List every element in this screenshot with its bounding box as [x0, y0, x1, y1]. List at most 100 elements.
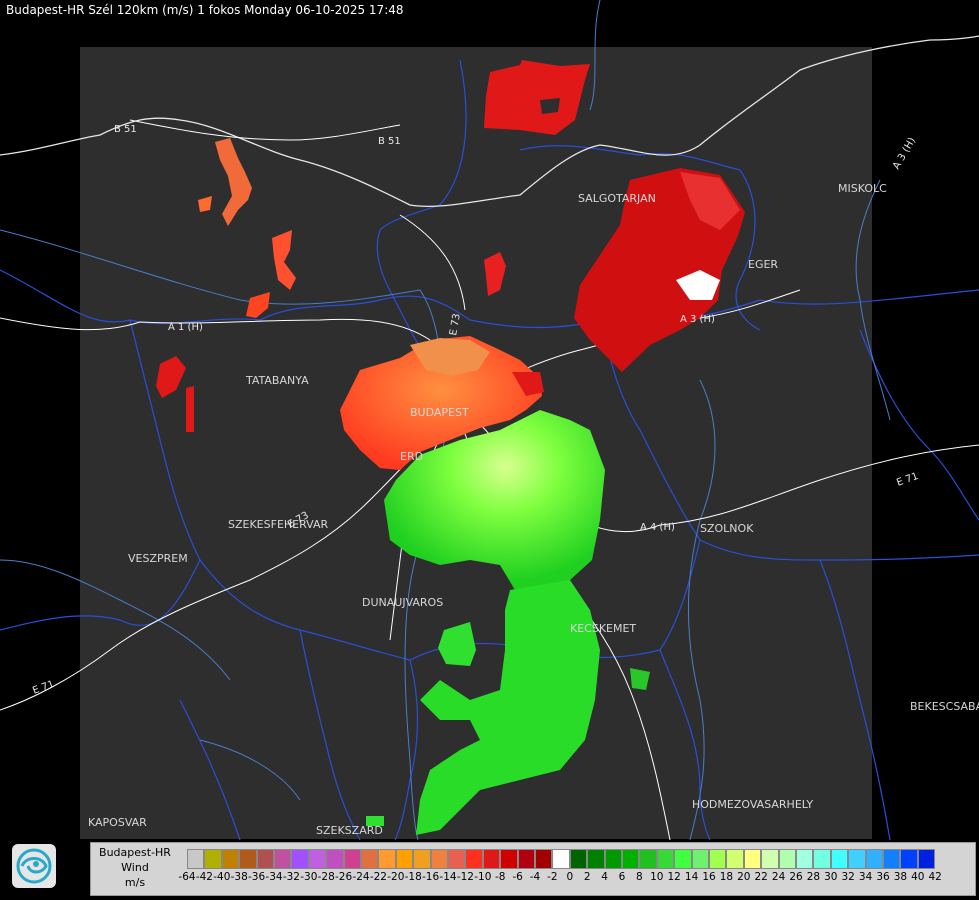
city-label: HODMEZOVASARHELY — [692, 798, 813, 811]
road-label: E 71 — [895, 471, 920, 489]
legend-swatch — [726, 849, 744, 869]
legend-swatch — [535, 849, 553, 869]
legend-swatch — [378, 849, 396, 869]
legend-station: Budapest-HR — [99, 846, 171, 859]
legend-tick-label: 26 — [789, 871, 803, 883]
legend-tick-label: 30 — [824, 871, 838, 883]
legend-swatch — [691, 849, 709, 869]
city-label: MISKOLC — [838, 182, 887, 195]
road-label: A 1 (H) — [168, 322, 203, 333]
legend-tick-label: 6 — [618, 871, 626, 883]
road-label: E 71 — [31, 679, 56, 697]
legend-swatch — [761, 849, 779, 869]
legend-tick-label: 8 — [636, 871, 643, 883]
legend-unit: m/s — [124, 876, 146, 889]
legend-swatch — [830, 849, 849, 869]
road-label: B 51 — [378, 136, 401, 147]
legend-swatch — [569, 849, 588, 869]
city-label: SALGOTARJAN — [578, 192, 656, 205]
legend-tick-label: -20 — [387, 871, 405, 883]
legend-swatch — [482, 849, 501, 869]
legend-swatch — [622, 849, 640, 869]
legend-tick-label: -42 — [195, 871, 213, 883]
legend-swatch — [883, 849, 901, 869]
legend-tick-label: 38 — [893, 871, 908, 883]
legend-swatch — [221, 849, 240, 869]
legend-tick-label: -32 — [282, 871, 300, 883]
legend-swatch — [256, 849, 274, 869]
city-label: KECSKEMET — [570, 622, 636, 635]
color-legend: Budapest-HR Wind m/s -64 -42 -40 -38 -36 -34-… — [90, 842, 976, 896]
legend-tick-label: -2 — [547, 871, 558, 883]
legend-swatch — [187, 849, 205, 869]
legend-swatch — [395, 849, 414, 869]
legend-tick-label: 0 — [566, 871, 574, 883]
city-label: BUDAPEST — [410, 406, 469, 419]
legend-swatch — [239, 849, 257, 869]
legend-swatch — [639, 849, 657, 869]
legend-swatch — [900, 849, 918, 869]
legend-swatch — [674, 849, 692, 869]
legend-tick-label: 12 — [667, 871, 681, 883]
legend-tick-label: 36 — [876, 871, 890, 883]
legend-swatch — [848, 849, 866, 869]
legend-swatch — [430, 849, 448, 869]
legend-swatch — [813, 849, 831, 869]
legend-quantity: Wind — [121, 861, 149, 874]
legend-swatch — [274, 849, 292, 869]
road-label: B 51 — [114, 124, 137, 135]
legend-tick-label: -12 — [456, 871, 474, 883]
legend-tick-label: 32 — [841, 871, 855, 883]
legend-tick-label: -40 — [213, 871, 231, 883]
legend-tick-label: 22 — [754, 871, 768, 883]
legend-tick-label: 16 — [702, 871, 716, 883]
legend-swatch — [517, 849, 535, 869]
legend-swatch — [500, 849, 518, 869]
road-label: A 3 (H) — [680, 314, 715, 325]
legend-tick-label: 14 — [684, 871, 699, 883]
legend-tick-label: -10 — [474, 871, 492, 883]
legend-swatch — [604, 849, 622, 869]
legend-tick-label: -28 — [317, 871, 335, 883]
legend-tick-label: 34 — [858, 871, 873, 883]
city-label: DUNAUJVAROS — [362, 596, 443, 609]
legend-swatch — [743, 849, 762, 869]
legend-tick-label: -6 — [512, 871, 523, 883]
legend-label: Budapest-HR Wind m/s — [91, 845, 179, 890]
legend-swatch — [361, 849, 379, 869]
legend-swatch — [656, 849, 675, 869]
legend-tick-label: 28 — [806, 871, 821, 883]
legend-swatch — [308, 849, 327, 869]
legend-tick-label: -64 — [178, 871, 196, 883]
legend-tick-label: 2 — [583, 871, 591, 883]
logo-icon — [12, 844, 56, 888]
legend-tick-label: -30 — [300, 871, 318, 883]
legend-swatch — [448, 849, 466, 869]
city-label: ERD — [400, 450, 423, 463]
legend-tick-label: -26 — [335, 871, 353, 883]
legend-swatch — [465, 849, 483, 869]
legend-tick-label: -18 — [404, 871, 422, 883]
legend-swatch — [796, 849, 814, 869]
legend-tick-label: -24 — [352, 871, 370, 883]
legend-tick-label: 42 — [928, 871, 942, 883]
city-label: EGER — [748, 258, 778, 271]
city-label: VESZPREM — [128, 552, 188, 565]
legend-tick-label: -34 — [265, 871, 283, 883]
legend-tick-label: -36 — [248, 871, 266, 883]
legend-tick-label: -38 — [230, 871, 248, 883]
legend-tick-label: -4 — [529, 871, 541, 883]
legend-tick-label: 40 — [911, 871, 925, 883]
legend-swatch — [865, 849, 883, 869]
legend-tick-label: 24 — [771, 871, 786, 883]
legend-tick-label: -14 — [439, 871, 457, 883]
legend-tick-label: 18 — [719, 871, 734, 883]
legend-swatch — [291, 849, 309, 869]
legend-swatch — [343, 849, 361, 869]
legend-swatch — [204, 849, 222, 869]
legend-swatch — [587, 849, 605, 869]
city-label: TATABANYA — [245, 374, 309, 387]
legend-swatch — [709, 849, 727, 869]
legend-swatch — [778, 849, 796, 869]
legend-swatch — [552, 849, 570, 869]
